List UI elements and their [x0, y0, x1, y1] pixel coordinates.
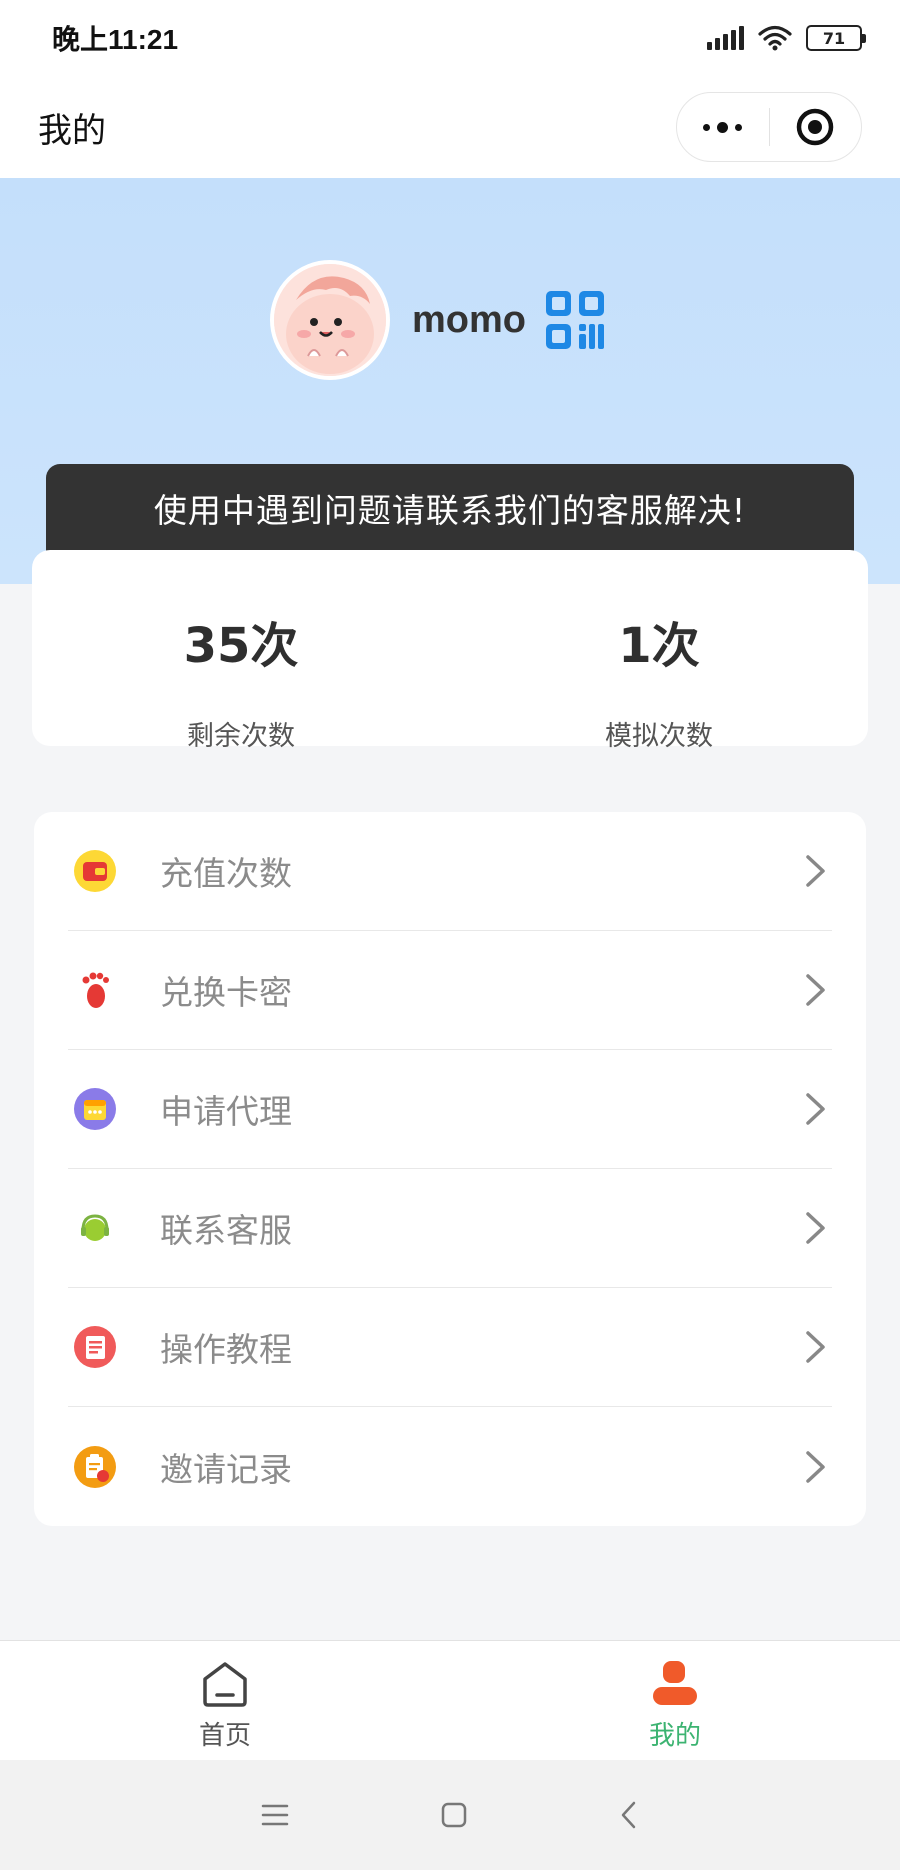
notice-text: 使用中遇到问题请联系我们的客服解决! [153, 491, 747, 530]
battery-icon: 71 [806, 25, 866, 51]
clipboard-icon [72, 1444, 118, 1490]
home-square-icon[interactable] [440, 1801, 468, 1829]
menu-item-label: 兑换卡密 [160, 973, 292, 1012]
chevron-right-icon [806, 1450, 825, 1483]
footprint-icon [72, 967, 118, 1013]
tab-label: 首页 [198, 1721, 251, 1751]
avatar[interactable] [270, 260, 390, 380]
menu-item-recharge[interactable]: 充值次数 [68, 812, 832, 931]
menu-item-label: 联系客服 [160, 1211, 292, 1250]
system-navigation-bar [0, 1760, 900, 1870]
target-icon [797, 108, 834, 146]
notice-banner: 使用中遇到问题请联系我们的客服解决! [46, 464, 854, 556]
signal-icon [707, 26, 744, 50]
tab-home[interactable]: 首页 [0, 1641, 450, 1760]
menu-item-agent[interactable]: 申请代理 [68, 1050, 832, 1169]
nav-header: 我的 [0, 76, 900, 178]
chevron-right-icon [806, 1093, 825, 1125]
back-icon[interactable] [618, 1800, 640, 1830]
profile-page: 晚上11:21 71 我的 momo 使用中遇到问题请联系我们的客服解决! 35… [0, 0, 900, 1870]
menu-item-invites[interactable]: 邀请记录 [68, 1407, 832, 1526]
chevron-right-icon [806, 1331, 825, 1363]
status-icons: 71 [707, 25, 866, 51]
battery-level: 71 [822, 28, 846, 48]
tab-bar: 首页 我的 [0, 1640, 900, 1760]
menu-icon[interactable] [260, 1802, 290, 1828]
user-profile: momo [270, 260, 606, 380]
tab-label: 我的 [648, 1721, 701, 1751]
menu-item-label: 邀请记录 [160, 1449, 292, 1489]
stat-value: 1次 [618, 618, 700, 674]
chevron-right-icon [806, 1212, 825, 1244]
menu-item-tutorial[interactable]: 操作教程 [68, 1288, 832, 1407]
calendar-icon [72, 1086, 118, 1132]
mini-program-capsule [676, 92, 862, 162]
qr-code-icon[interactable] [544, 289, 606, 351]
menu-item-label: 申请代理 [160, 1092, 292, 1131]
user-icon [653, 1661, 697, 1705]
menu-item-label: 操作教程 [160, 1330, 292, 1369]
headset-icon [72, 1205, 118, 1251]
stat-label: 剩余次数 [187, 721, 295, 752]
stat-value: 35次 [183, 618, 299, 674]
tab-mine[interactable]: 我的 [450, 1641, 900, 1760]
stat-label: 模拟次数 [605, 721, 713, 752]
close-button[interactable] [770, 93, 862, 161]
chevron-right-icon [806, 855, 825, 887]
wifi-icon [758, 25, 792, 51]
menu-item-label: 充值次数 [160, 854, 292, 893]
more-icon [703, 121, 743, 133]
menu-list: 充值次数 兑换卡密 申请代理 联系客服 操作教程 邀请记录 [34, 812, 866, 1526]
document-icon [72, 1324, 118, 1370]
profile-header: momo 使用中遇到问题请联系我们的客服解决! [0, 178, 900, 584]
home-icon [203, 1662, 247, 1707]
menu-item-support[interactable]: 联系客服 [68, 1169, 832, 1288]
more-button[interactable] [677, 93, 769, 161]
stats-card: 35次 剩余次数 1次 模拟次数 [32, 550, 868, 752]
page-title: 我的 [38, 110, 106, 151]
username: momo [412, 298, 526, 341]
wallet-icon [72, 848, 118, 894]
status-time: 晚上11:21 [52, 24, 179, 55]
stat-simulated: 1次 模拟次数 [450, 550, 868, 752]
chevron-right-icon [806, 974, 825, 1006]
stat-remaining: 35次 剩余次数 [32, 550, 450, 752]
menu-item-redeem[interactable]: 兑换卡密 [68, 931, 832, 1050]
status-bar: 晚上11:21 71 [0, 0, 900, 76]
